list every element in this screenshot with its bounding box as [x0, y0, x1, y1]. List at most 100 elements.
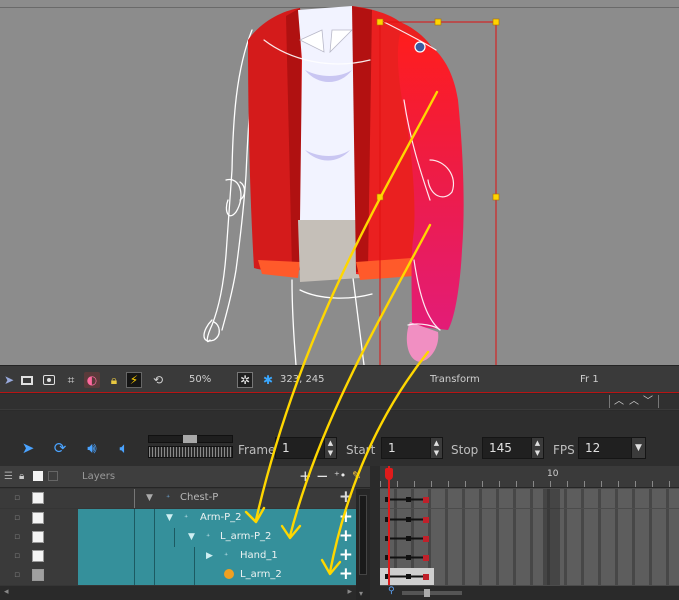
frame-field[interactable]: 1: [275, 437, 325, 459]
remove-layer-icon[interactable]: −: [316, 467, 329, 485]
nav-up-icon[interactable]: ︿: [627, 395, 641, 408]
playhead-handle[interactable]: [385, 468, 393, 480]
fps-dropdown-icon[interactable]: ▼: [631, 437, 646, 459]
loop-icon[interactable]: ⟳: [50, 439, 70, 457]
bbox-handle-ml[interactable]: [376, 193, 384, 201]
fps-field[interactable]: 12: [578, 437, 632, 459]
expand-arrow-icon[interactable]: ▼: [146, 493, 153, 503]
slider-thumb[interactable]: [183, 435, 197, 443]
timeline-zoom-bar[interactable]: ⚲: [380, 586, 679, 600]
layer-visibility-checkbox[interactable]: [32, 569, 44, 581]
layer-visibility-checkbox[interactable]: [32, 492, 44, 504]
zoom-slider[interactable]: [402, 589, 462, 597]
keyframe-marker: [423, 497, 429, 503]
frame-spinner[interactable]: ▲ ▼: [324, 437, 337, 459]
collapse-up-icon[interactable]: ︿: [612, 395, 626, 408]
view-toolbar: ➤ ⌗ ◐ 🔒︎ ⚡︎ ⟲ 50% ✲ ✱ 323, 245 Transform…: [0, 365, 679, 393]
scroll-left-icon[interactable]: ◂: [4, 587, 9, 597]
snowflake-icon[interactable]: ✱: [260, 372, 276, 388]
scroll-down-icon[interactable]: ▾: [359, 589, 363, 598]
lock-all-icon[interactable]: 🔒︎: [19, 471, 24, 482]
layer-row-l-arm-2[interactable]: ▫ L_arm_2 +: [0, 564, 356, 585]
layer-row-arm-p-2[interactable]: ▫ ▼ ⁺ Arm-P_2 +: [0, 507, 356, 528]
lightning-icon[interactable]: ⚡︎: [126, 372, 142, 388]
bbox-handle-tr[interactable]: [492, 18, 500, 26]
layer-name: Chest-P: [180, 492, 219, 503]
gear-icon[interactable]: ✲: [237, 372, 253, 388]
pivot-point[interactable]: [414, 41, 426, 53]
layer-visibility-checkbox[interactable]: [32, 550, 44, 562]
crop-icon[interactable]: ⌗: [63, 372, 79, 388]
layer-options-icon[interactable]: ✎: [352, 469, 361, 482]
sound-scrub-icon[interactable]: 🔈︎: [114, 439, 134, 457]
rotate-view-icon[interactable]: ⟲: [150, 372, 166, 388]
expand-arrow-icon[interactable]: ▼: [188, 532, 195, 542]
layer-visibility-checkbox[interactable]: [32, 512, 44, 524]
zoom-thumb[interactable]: [424, 589, 430, 597]
keyframe-marker: [423, 555, 429, 561]
frame-icon[interactable]: [19, 372, 35, 388]
bbox-handle-tl[interactable]: [376, 18, 384, 26]
layers-stack-icon[interactable]: ☰: [4, 471, 13, 482]
frame-ruler[interactable]: 10: [380, 466, 679, 488]
expand-arrow-icon[interactable]: ▼: [166, 513, 173, 523]
stop-spinner[interactable]: ▲ ▼: [531, 437, 544, 459]
fps-label: FPS: [553, 443, 575, 457]
layers-header-label: Layers: [82, 471, 116, 482]
layer-lock-icon[interactable]: ▫: [14, 551, 23, 561]
playhead[interactable]: [388, 466, 390, 585]
keyframe-row: [385, 555, 429, 561]
add-child-icon[interactable]: +: [339, 526, 353, 546]
add-peg-icon[interactable]: ⁺•: [334, 469, 346, 482]
keyframe-marker: [423, 517, 429, 523]
nav-down-icon[interactable]: ﹀: [641, 395, 655, 408]
show-all-checkbox[interactable]: [33, 471, 43, 481]
layer-lock-icon[interactable]: ▫: [14, 513, 23, 523]
trousers: [298, 220, 360, 282]
layers-horizontal-scrollbar[interactable]: ◂ ▸: [0, 586, 356, 600]
layer-lock-icon[interactable]: ▫: [14, 570, 23, 580]
play-icon[interactable]: ➤: [18, 439, 38, 457]
sound-icon[interactable]: 🔊︎: [82, 439, 102, 457]
select-arrow-icon[interactable]: ➤: [1, 372, 17, 388]
zoom-icon[interactable]: ⚲: [388, 586, 395, 596]
layer-name: Hand_1: [240, 550, 278, 561]
lock-icon[interactable]: 🔒︎: [106, 372, 122, 388]
drawing-layer-icon: [224, 569, 234, 579]
layer-name: Arm-P_2: [200, 512, 242, 523]
ruler-mark: 10: [547, 469, 559, 479]
add-layer-icon[interactable]: +: [299, 467, 312, 485]
layers-panel: ☰ 🔒︎ Layers + − ⁺• ✎ ▫ ▼ ⁺ Chest-P + ▫ ▼…: [0, 466, 370, 600]
bbox-handle-tm[interactable]: [434, 18, 442, 26]
peg-icon: ⁺: [184, 513, 189, 522]
stop-label: Stop: [451, 443, 479, 457]
add-child-icon[interactable]: +: [339, 545, 353, 565]
layer-row-hand-1[interactable]: ▫ ▶ ⁺ Hand_1 +: [0, 545, 356, 566]
scroll-thumb[interactable]: [359, 495, 367, 575]
layer-row-chest-p[interactable]: ▫ ▼ ⁺ Chest-P +: [0, 487, 356, 508]
add-child-icon[interactable]: +: [339, 507, 353, 527]
start-spinner[interactable]: ▲ ▼: [430, 437, 443, 459]
add-child-icon[interactable]: +: [339, 564, 353, 584]
zoom-level[interactable]: 50%: [189, 374, 211, 385]
scroll-right-icon[interactable]: ▸: [347, 587, 352, 597]
layer-lock-icon[interactable]: ▫: [14, 493, 23, 503]
camera-mask-icon[interactable]: [41, 372, 57, 388]
camera-view[interactable]: [0, 0, 679, 365]
collapse-arrow-icon[interactable]: ▶: [206, 551, 213, 561]
layer-row-l-arm-p-2[interactable]: ▫ ▼ ⁺ L_arm-P_2 +: [0, 526, 356, 547]
display-toggle-icon[interactable]: [48, 471, 58, 481]
keyframe-row: [385, 517, 429, 523]
panel-divider[interactable]: [370, 466, 380, 600]
onion-skin-icon[interactable]: ◐: [84, 372, 100, 388]
layers-vertical-scrollbar[interactable]: ▾: [356, 489, 370, 600]
menu-separator-icon-2: [658, 395, 672, 408]
add-child-icon[interactable]: +: [339, 487, 353, 507]
playback-speed-slider[interactable]: [148, 435, 233, 443]
layer-visibility-checkbox[interactable]: [32, 531, 44, 543]
timeline-header: ︿ ︿ ﹀: [0, 394, 679, 410]
start-field[interactable]: 1: [381, 437, 431, 459]
layer-lock-icon[interactable]: ▫: [14, 532, 23, 542]
stop-field[interactable]: 145: [482, 437, 532, 459]
bbox-handle-mr[interactable]: [492, 193, 500, 201]
